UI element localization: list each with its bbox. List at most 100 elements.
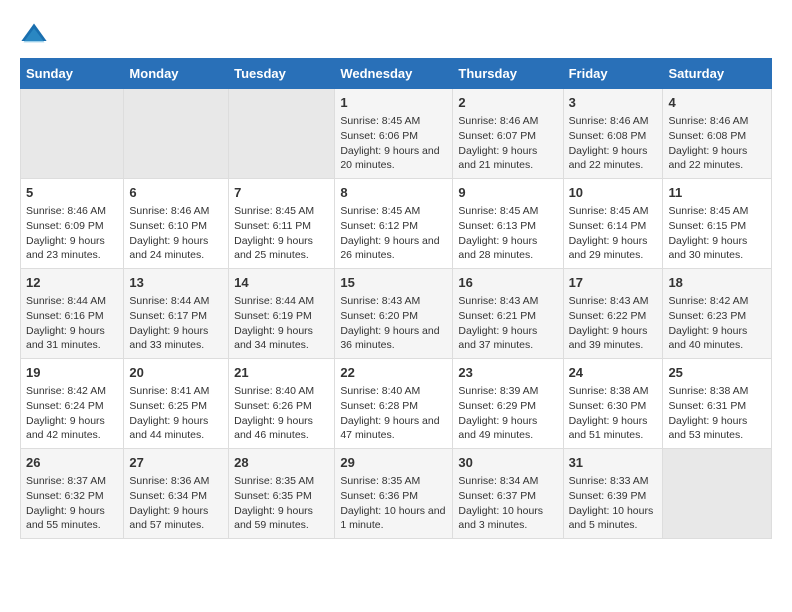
logo-icon xyxy=(20,20,48,48)
day-number: 8 xyxy=(340,184,447,202)
day-number: 12 xyxy=(26,274,118,292)
cell-content: Sunrise: 8:44 AMSunset: 6:19 PMDaylight:… xyxy=(234,294,329,353)
calendar-cell: 7 Sunrise: 8:45 AMSunset: 6:11 PMDaylight… xyxy=(229,179,335,269)
day-number: 20 xyxy=(129,364,223,382)
day-number: 2 xyxy=(458,94,557,112)
cell-content: Sunrise: 8:37 AMSunset: 6:32 PMDaylight:… xyxy=(26,474,118,533)
day-number: 10 xyxy=(569,184,658,202)
cell-content: Sunrise: 8:43 AMSunset: 6:22 PMDaylight:… xyxy=(569,294,658,353)
day-number: 16 xyxy=(458,274,557,292)
day-number: 28 xyxy=(234,454,329,472)
day-number: 7 xyxy=(234,184,329,202)
cell-content: Sunrise: 8:42 AMSunset: 6:23 PMDaylight:… xyxy=(668,294,766,353)
calendar-cell: 30Sunrise: 8:34 AMSunset: 6:37 PMDayligh… xyxy=(453,449,563,539)
calendar-week-row: 26 Sunrise: 8:37 AMSunset: 6:32 PMDayligh… xyxy=(21,449,772,539)
calendar-table: SundayMondayTuesdayWednesdayThursdayFrid… xyxy=(20,58,772,539)
calendar-cell: 31Sunrise: 8:33 AMSunset: 6:39 PMDayligh… xyxy=(563,449,663,539)
header-day-sunday: Sunday xyxy=(21,59,124,89)
calendar-cell: 21Sunrise: 8:40 AMSunset: 6:26 PMDayligh… xyxy=(229,359,335,449)
calendar-cell: 4Sunrise: 8:46 AMSunset: 6:08 PMDaylight… xyxy=(663,89,772,179)
cell-content: Sunrise: 8:44 AMSunset: 6:16 PMDaylight:… xyxy=(26,294,118,353)
cell-content: Sunrise: 8:38 AMSunset: 6:30 PMDaylight:… xyxy=(569,384,658,443)
logo xyxy=(20,20,52,48)
header-day-saturday: Saturday xyxy=(663,59,772,89)
day-number: 26 xyxy=(26,454,118,472)
cell-content: Sunrise: 8:45 AMSunset: 6:15 PMDaylight:… xyxy=(668,204,766,263)
calendar-cell: 28Sunrise: 8:35 AMSunset: 6:35 PMDayligh… xyxy=(229,449,335,539)
cell-content: Sunrise: 8:45 AMSunset: 6:11 PMDaylight:… xyxy=(234,204,329,263)
day-number: 1 xyxy=(340,94,447,112)
calendar-cell: 9 Sunrise: 8:45 AMSunset: 6:13 PMDaylight… xyxy=(453,179,563,269)
day-number: 29 xyxy=(340,454,447,472)
cell-content: Sunrise: 8:45 AMSunset: 6:13 PMDaylight:… xyxy=(458,204,557,263)
cell-content: Sunrise: 8:38 AMSunset: 6:31 PMDaylight:… xyxy=(668,384,766,443)
calendar-cell: 2 Sunrise: 8:46 AMSunset: 6:07 PMDaylight… xyxy=(453,89,563,179)
calendar-cell: 8 Sunrise: 8:45 AMSunset: 6:12 PMDaylight… xyxy=(335,179,453,269)
cell-content: Sunrise: 8:40 AMSunset: 6:28 PMDaylight:… xyxy=(340,384,447,443)
header-day-tuesday: Tuesday xyxy=(229,59,335,89)
calendar-cell: 12 Sunrise: 8:44 AMSunset: 6:16 PMDayligh… xyxy=(21,269,124,359)
calendar-cell: 6 Sunrise: 8:46 AMSunset: 6:10 PMDaylight… xyxy=(124,179,229,269)
day-number: 21 xyxy=(234,364,329,382)
day-number: 9 xyxy=(458,184,557,202)
cell-content: Sunrise: 8:39 AMSunset: 6:29 PMDaylight:… xyxy=(458,384,557,443)
header-day-friday: Friday xyxy=(563,59,663,89)
calendar-cell xyxy=(229,89,335,179)
calendar-cell: 19 Sunrise: 8:42 AMSunset: 6:24 PMDayligh… xyxy=(21,359,124,449)
day-number: 14 xyxy=(234,274,329,292)
calendar-week-row: 19 Sunrise: 8:42 AMSunset: 6:24 PMDayligh… xyxy=(21,359,772,449)
calendar-cell xyxy=(21,89,124,179)
cell-content: Sunrise: 8:42 AMSunset: 6:24 PMDaylight:… xyxy=(26,384,118,443)
cell-content: Sunrise: 8:46 AMSunset: 6:08 PMDaylight:… xyxy=(569,114,658,173)
calendar-cell: 27 Sunrise: 8:36 AMSunset: 6:34 PMDayligh… xyxy=(124,449,229,539)
header-day-thursday: Thursday xyxy=(453,59,563,89)
calendar-cell: 24 Sunrise: 8:38 AMSunset: 6:30 PMDayligh… xyxy=(563,359,663,449)
header-day-monday: Monday xyxy=(124,59,229,89)
calendar-cell: 23 Sunrise: 8:39 AMSunset: 6:29 PMDayligh… xyxy=(453,359,563,449)
calendar-cell: 14 Sunrise: 8:44 AMSunset: 6:19 PMDayligh… xyxy=(229,269,335,359)
day-number: 27 xyxy=(129,454,223,472)
cell-content: Sunrise: 8:46 AMSunset: 6:09 PMDaylight:… xyxy=(26,204,118,263)
calendar-cell: 20 Sunrise: 8:41 AMSunset: 6:25 PMDayligh… xyxy=(124,359,229,449)
cell-content: Sunrise: 8:44 AMSunset: 6:17 PMDaylight:… xyxy=(129,294,223,353)
day-number: 13 xyxy=(129,274,223,292)
cell-content: Sunrise: 8:45 AMSunset: 6:12 PMDaylight:… xyxy=(340,204,447,263)
calendar-cell: 25 Sunrise: 8:38 AMSunset: 6:31 PMDayligh… xyxy=(663,359,772,449)
day-number: 17 xyxy=(569,274,658,292)
calendar-cell xyxy=(124,89,229,179)
calendar-header-row: SundayMondayTuesdayWednesdayThursdayFrid… xyxy=(21,59,772,89)
day-number: 6 xyxy=(129,184,223,202)
day-number: 15 xyxy=(340,274,447,292)
day-number: 23 xyxy=(458,364,557,382)
cell-content: Sunrise: 8:46 AMSunset: 6:10 PMDaylight:… xyxy=(129,204,223,263)
day-number: 22 xyxy=(340,364,447,382)
cell-content: Sunrise: 8:41 AMSunset: 6:25 PMDaylight:… xyxy=(129,384,223,443)
header-day-wednesday: Wednesday xyxy=(335,59,453,89)
cell-content: Sunrise: 8:43 AMSunset: 6:20 PMDaylight:… xyxy=(340,294,447,353)
day-number: 5 xyxy=(26,184,118,202)
calendar-cell xyxy=(663,449,772,539)
cell-content: Sunrise: 8:46 AMSunset: 6:07 PMDaylight:… xyxy=(458,114,557,173)
calendar-cell: 10Sunrise: 8:45 AMSunset: 6:14 PMDayligh… xyxy=(563,179,663,269)
cell-content: Sunrise: 8:43 AMSunset: 6:21 PMDaylight:… xyxy=(458,294,557,353)
calendar-cell: 3 Sunrise: 8:46 AMSunset: 6:08 PMDaylight… xyxy=(563,89,663,179)
calendar-cell: 5 Sunrise: 8:46 AMSunset: 6:09 PMDaylight… xyxy=(21,179,124,269)
calendar-cell: 17 Sunrise: 8:43 AMSunset: 6:22 PMDayligh… xyxy=(563,269,663,359)
calendar-week-row: 1 Sunrise: 8:45 AMSunset: 6:06 PMDaylight… xyxy=(21,89,772,179)
cell-content: Sunrise: 8:45 AMSunset: 6:06 PMDaylight:… xyxy=(340,114,447,173)
cell-content: Sunrise: 8:33 AMSunset: 6:39 PMDaylight:… xyxy=(569,474,658,533)
day-number: 30 xyxy=(458,454,557,472)
calendar-cell: 11 Sunrise: 8:45 AMSunset: 6:15 PMDayligh… xyxy=(663,179,772,269)
day-number: 3 xyxy=(569,94,658,112)
cell-content: Sunrise: 8:46 AMSunset: 6:08 PMDaylight:… xyxy=(668,114,766,173)
day-number: 18 xyxy=(668,274,766,292)
day-number: 25 xyxy=(668,364,766,382)
day-number: 24 xyxy=(569,364,658,382)
calendar-week-row: 5 Sunrise: 8:46 AMSunset: 6:09 PMDaylight… xyxy=(21,179,772,269)
calendar-cell: 15 Sunrise: 8:43 AMSunset: 6:20 PMDayligh… xyxy=(335,269,453,359)
calendar-week-row: 12 Sunrise: 8:44 AMSunset: 6:16 PMDayligh… xyxy=(21,269,772,359)
cell-content: Sunrise: 8:35 AMSunset: 6:36 PMDaylight:… xyxy=(340,474,447,533)
day-number: 19 xyxy=(26,364,118,382)
cell-content: Sunrise: 8:36 AMSunset: 6:34 PMDaylight:… xyxy=(129,474,223,533)
day-number: 11 xyxy=(668,184,766,202)
